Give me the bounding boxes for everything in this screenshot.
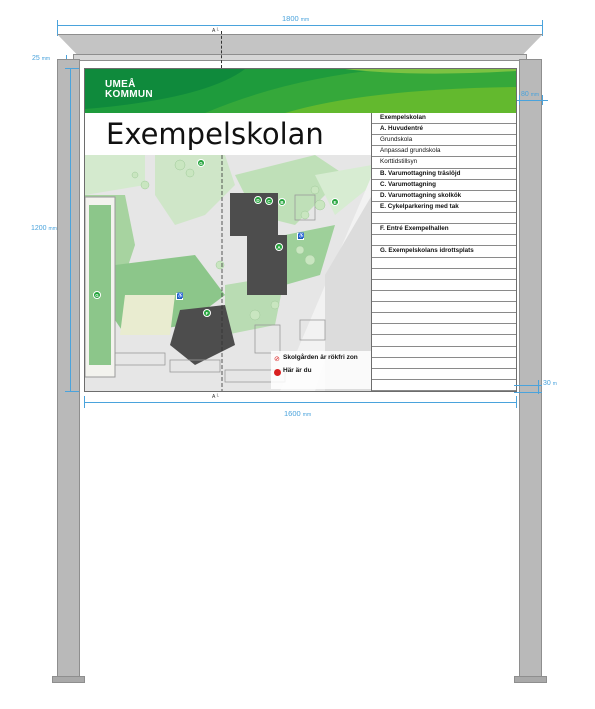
legend-table: Exempelskolan A. Huvudentré Grundskola Anpa… (371, 113, 516, 391)
sign-width-tick-right (516, 396, 517, 408)
marker-d: D (254, 196, 262, 204)
legend-row (372, 369, 516, 380)
bottom-gap-unit: m (552, 381, 557, 387)
overall-width-line (57, 25, 543, 26)
top-beam-dim-value: 25 (32, 55, 40, 62)
post-width-label: 80 mm (521, 91, 539, 98)
legend-row: Anpassad grundskola (372, 146, 516, 158)
overall-width-tick-left (57, 20, 58, 36)
right-post (519, 59, 542, 682)
legend-row: Grundskola (372, 135, 516, 147)
bottom-gap-value: 30 (543, 380, 551, 387)
legend-row (372, 380, 516, 391)
logo-line-2: KOMMUN (105, 89, 153, 100)
overall-width-label: 1800 mm (282, 14, 309, 23)
page-title: Exempelskolan (106, 117, 324, 151)
sign-width-unit: mm (302, 412, 312, 418)
bottom-gap-line-2 (514, 392, 542, 393)
legend-row: Exempelskolan (372, 113, 516, 125)
legend-row: Korttidstillsyn (372, 157, 516, 169)
legend-row (372, 335, 516, 347)
marker-e: E (331, 198, 339, 206)
height-dim-unit: mm (48, 226, 57, 232)
site-map: G G D C B E A F ♿ ♿ ⊘ Skolgården är rökf… (85, 155, 372, 391)
top-beam-bar (73, 54, 527, 61)
legend-row (372, 358, 516, 369)
legend-row (372, 291, 516, 303)
you-are-here-dot (274, 369, 281, 376)
bottom-gap-label: 30 m (543, 380, 557, 387)
legend-row (372, 324, 516, 336)
overall-width-tick-right (542, 20, 543, 36)
post-width-unit: mm (530, 92, 540, 98)
logo: UMEÅ KOMMUN (105, 80, 153, 100)
height-dim-value: 1200 (31, 225, 47, 232)
height-dim-label: 1200 mm (31, 225, 57, 232)
sign-panel: UMEÅ KOMMUN Exempelskolan G G D C B E A … (84, 68, 517, 392)
overall-width-value: 1800 (282, 14, 299, 23)
sign-width-line (84, 402, 517, 403)
legend-row: A. Huvudentré (372, 124, 516, 136)
legend-row: D. Varumottagning skolkök (372, 191, 516, 202)
marker-f: F (203, 309, 211, 317)
legend-row (372, 213, 516, 225)
left-post-foot (52, 676, 85, 683)
you-are-here-label: Här är du (283, 367, 312, 374)
legend-row (372, 235, 516, 247)
legend-row (372, 313, 516, 325)
section-line-top (221, 31, 222, 68)
legend-row (372, 269, 516, 280)
overall-width-unit: mm (300, 17, 310, 23)
legend-row (372, 302, 516, 314)
right-post-foot (514, 676, 547, 683)
post-width-tick-left (519, 95, 520, 105)
height-dim-line (70, 68, 71, 392)
header-banner: UMEÅ KOMMUN (85, 69, 516, 113)
accessibility-icon-2: ♿ (176, 293, 184, 300)
section-marker-bottom: A└ (212, 394, 219, 400)
marker-g: G (93, 291, 101, 299)
accessibility-icon-1: ♿ (297, 233, 305, 240)
legend-row: E. Cykelparkering med tak (372, 202, 516, 214)
marker-top: G (197, 159, 205, 167)
marker-a: A (275, 243, 283, 251)
post-width-tick-right (542, 95, 543, 105)
height-dim-tick-top (65, 68, 79, 69)
post-width-value: 80 (521, 91, 529, 98)
marker-b: B (278, 198, 286, 206)
legend-row: F. Entré Exempelhallen (372, 224, 516, 236)
legend-row (372, 258, 516, 269)
sign-width-value: 1600 (284, 409, 301, 418)
legend-row (372, 280, 516, 291)
legend-row: B. Varumottagning träslöjd (372, 169, 516, 180)
legend-row: G. Exempelskolans idrottsplats (372, 246, 516, 258)
sign-width-label: 1600 mm (284, 409, 311, 418)
no-smoking-icon: ⊘ (274, 356, 280, 363)
top-beam-dim-label: 25 mm (32, 55, 50, 62)
legend-row: C. Varumottagning (372, 180, 516, 191)
section-marker-top: A└ (212, 28, 219, 34)
left-post (57, 59, 80, 682)
top-beam-dim-unit: mm (41, 56, 51, 62)
height-dim-tick-bottom (65, 391, 79, 392)
smoke-free-label: Skolgården är rökfri zon (283, 354, 358, 361)
sign-width-tick-left (84, 396, 85, 408)
map-legend: ⊘ Skolgården är rökfri zon Här är du (271, 351, 371, 389)
legend-row (372, 347, 516, 358)
marker-c: C (265, 197, 273, 205)
